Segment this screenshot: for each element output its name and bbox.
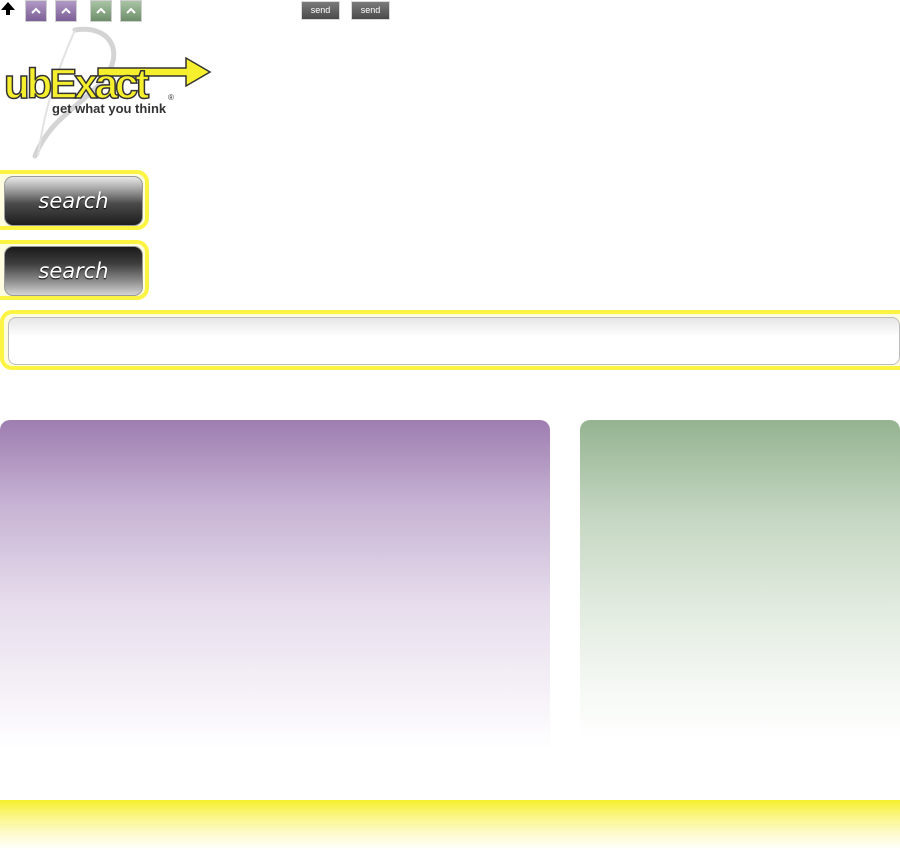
footer-band bbox=[0, 800, 900, 850]
chevron-up-icon bbox=[31, 7, 41, 14]
logo-tagline: get what you think bbox=[52, 101, 167, 116]
search-button-pressed[interactable]: search bbox=[4, 246, 143, 296]
chevron-up-icon bbox=[126, 7, 136, 14]
send-button[interactable]: send bbox=[301, 1, 340, 20]
registered-mark: ® bbox=[168, 93, 174, 102]
search-button[interactable]: search bbox=[4, 176, 143, 226]
purple-panel bbox=[0, 420, 550, 750]
purple-scroll-up-button[interactable] bbox=[25, 0, 47, 22]
search-input[interactable] bbox=[8, 317, 900, 365]
up-arrow-icon[interactable] bbox=[1, 1, 15, 15]
green-panel bbox=[580, 420, 900, 740]
chevron-up-icon bbox=[96, 7, 106, 14]
search-input-highlight bbox=[0, 310, 900, 370]
green-scroll-up-button-alt[interactable] bbox=[120, 0, 142, 22]
page: send send ubExact ® get what you think s… bbox=[0, 0, 900, 850]
logo-wordmark: ubExact bbox=[4, 60, 149, 107]
search-button-highlight: search bbox=[0, 170, 149, 230]
green-scroll-up-button[interactable] bbox=[90, 0, 112, 22]
send-button-alt[interactable]: send bbox=[351, 1, 390, 20]
ubexact-logo: ubExact ® get what you think bbox=[0, 24, 215, 160]
chevron-up-icon bbox=[61, 7, 71, 14]
search-button-pressed-highlight: search bbox=[0, 240, 149, 300]
purple-scroll-up-button-alt[interactable] bbox=[55, 0, 77, 22]
